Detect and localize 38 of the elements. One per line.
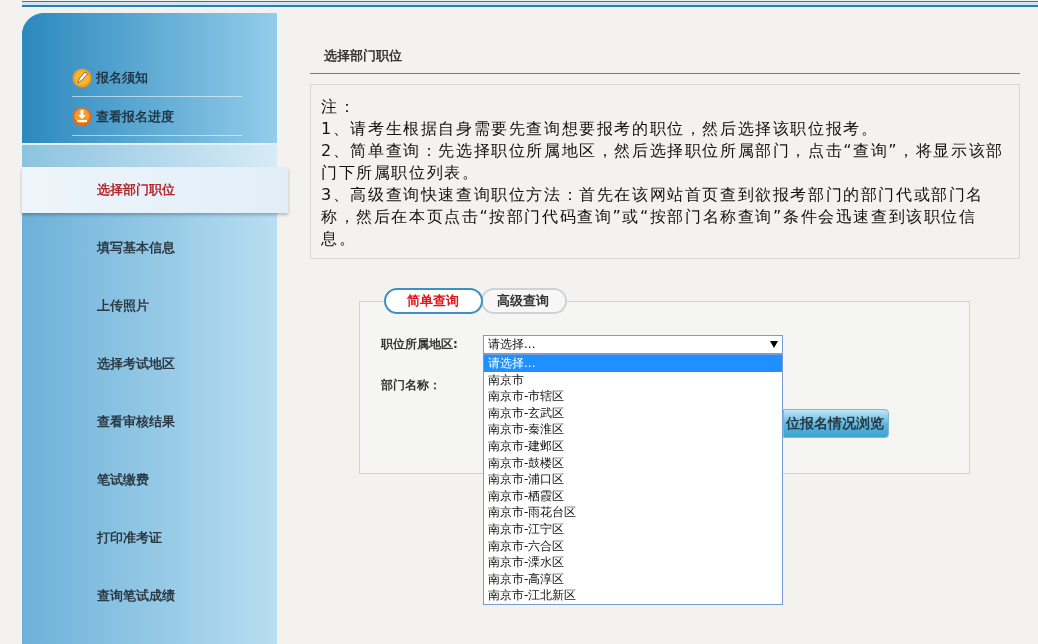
sidebar-item[interactable]: 选择部门职位 <box>22 167 288 213</box>
dropdown-option[interactable]: 南京市-浦口区 <box>484 471 782 488</box>
sidebar-item[interactable]: 笔试缴费 <box>22 457 277 503</box>
dropdown-option[interactable]: 南京市-溧水区 <box>484 554 782 571</box>
dropdown-option[interactable]: 南京市-江北新区 <box>484 587 782 604</box>
query-tab[interactable]: 简单查询 <box>384 288 483 314</box>
sidebar-link[interactable]: 报名须知 <box>96 69 148 87</box>
dropdown-option[interactable]: 南京市-六合区 <box>484 537 782 555</box>
region-select[interactable]: 请选择... <box>483 335 783 354</box>
dropdown-option[interactable]: 南京市 <box>484 371 782 389</box>
field-label: 职位所属地区: <box>381 336 459 353</box>
dropdown-option[interactable]: 南京市-秦淮区 <box>484 421 782 438</box>
sidebar-item[interactable]: 打印准考证 <box>22 515 277 561</box>
dropdown-option[interactable]: 南京市-鼓楼区 <box>484 454 782 472</box>
section-title: 选择部门职位 <box>310 13 1020 74</box>
dropdown-option[interactable]: 南京市-市辖区 <box>484 388 782 405</box>
notice-text: 3、高级查询快速查询职位方法：首先在该网站首页查到欲报考部门的部门代或部门名称，然后在本页点击“按部门代码查询”或“按部门名称查询”条件会迅速查到该职位信息。 <box>321 184 985 250</box>
dropdown-option[interactable]: 南京市-江宁区 <box>484 520 782 538</box>
sidebar-item[interactable]: 上传照片 <box>22 283 277 329</box>
query-tab[interactable]: 高级查询 <box>481 288 567 314</box>
notice-heading: 注： <box>321 96 358 118</box>
dropdown-option[interactable]: 南京市-栖霞区 <box>484 487 782 505</box>
sidebar-item[interactable]: 选择考试地区 <box>22 341 277 387</box>
sidebar-item[interactable]: 查询笔试成绩 <box>22 573 277 619</box>
download-icon <box>72 107 92 127</box>
browse-button[interactable]: 位报名情况浏览 <box>783 409 889 438</box>
notice-text: 2、简单查询：先选择职位所属地区，然后选择职位所属部门，点击“查询”，将显示该部门下所属职位列表。 <box>321 140 1005 184</box>
notice-text: 1、请考生根据自身需要先查询想要报考的职位，然后选择该职位报考。 <box>321 118 880 140</box>
dropdown-option[interactable]: 南京市-高淳区 <box>484 570 782 588</box>
pencil-icon <box>72 68 92 88</box>
dropdown-option[interactable]: 南京市-玄武区 <box>484 404 782 422</box>
dropdown-option[interactable]: 南京市-雨花台区 <box>484 504 782 521</box>
dropdown-option[interactable]: 南京市-建邺区 <box>484 437 782 455</box>
sidebar-item[interactable]: 填写基本信息 <box>22 225 277 271</box>
dropdown-arrow-icon <box>770 341 778 348</box>
sidebar-item[interactable]: 查看审核结果 <box>22 399 277 445</box>
field-label: 部门名称： <box>381 377 442 394</box>
sidebar-link[interactable]: 查看报名进度 <box>96 108 174 126</box>
